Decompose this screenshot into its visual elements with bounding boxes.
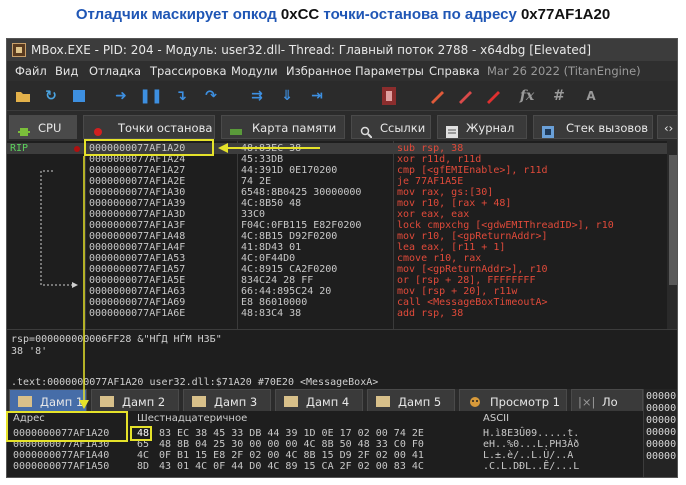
annotation-arrows <box>79 143 320 409</box>
